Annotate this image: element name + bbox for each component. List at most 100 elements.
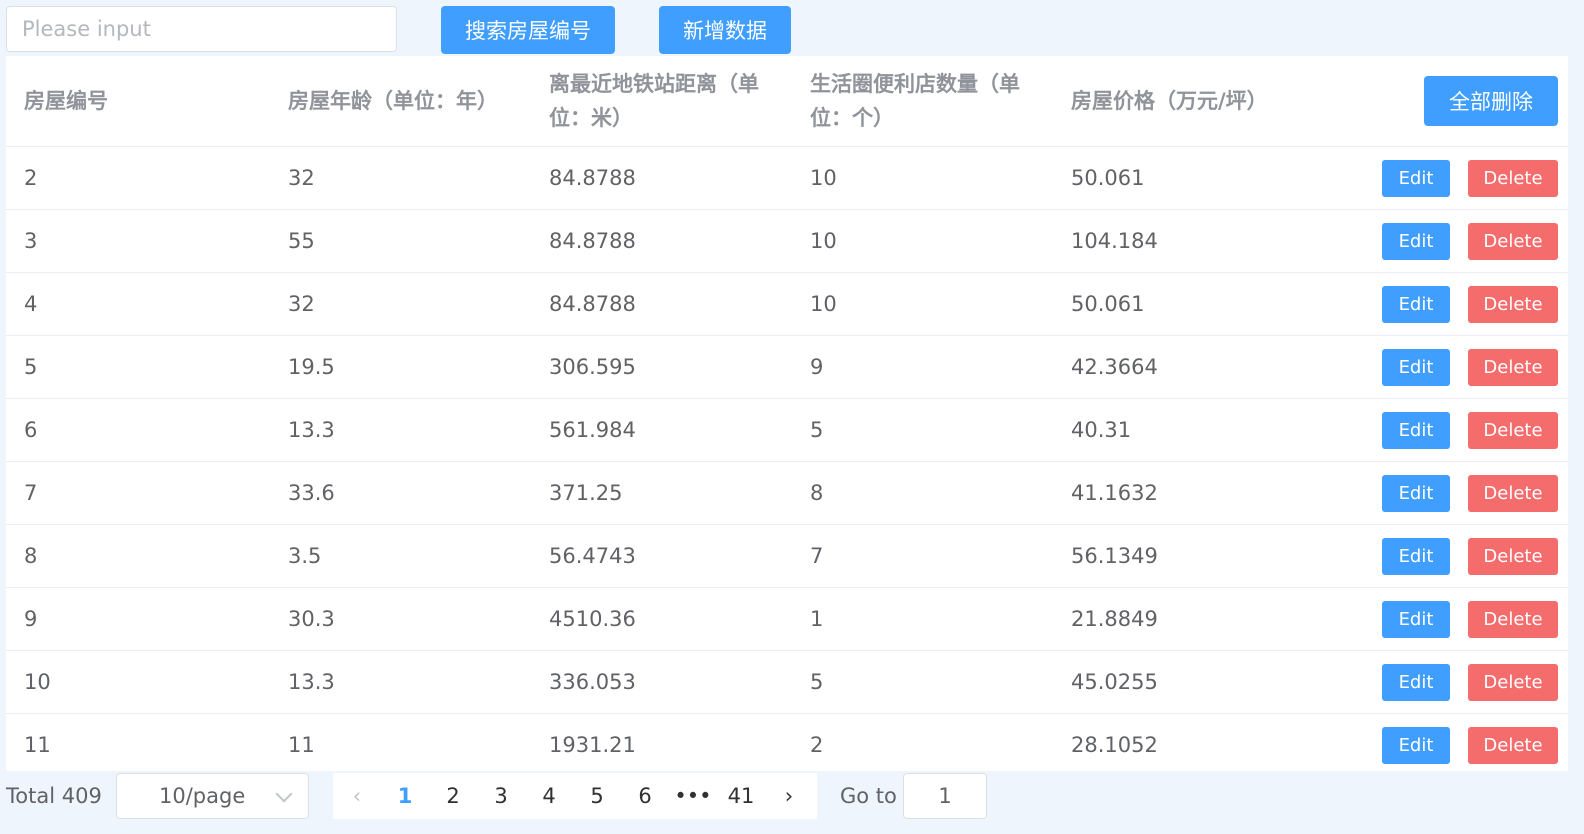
cell-store-count: 7 — [792, 524, 1053, 588]
cell-store-count: 9 — [792, 335, 1053, 399]
header-house-id: 房屋编号 — [6, 56, 270, 147]
page-number[interactable]: 41 — [717, 773, 765, 819]
delete-button[interactable]: Delete — [1468, 726, 1558, 764]
edit-button[interactable]: Edit — [1382, 159, 1450, 197]
chevron-down-icon — [275, 785, 293, 803]
row-operations: Edit Delete — [1314, 398, 1568, 462]
edit-button[interactable]: Edit — [1382, 537, 1450, 575]
cell-house-price: 42.3664 — [1053, 335, 1314, 399]
cell-house-id: 7 — [6, 461, 270, 525]
cell-house-age: 13.3 — [270, 650, 531, 714]
page-number[interactable]: 4 — [525, 773, 573, 819]
row-operations: Edit Delete — [1314, 272, 1568, 336]
cell-house-id: 5 — [6, 335, 270, 399]
add-data-button[interactable]: 新增数据 — [659, 6, 791, 54]
pagination: Total 409 10/page ‹ 1 2 3 4 5 6 ••• 41 ›… — [0, 771, 1584, 834]
cell-house-price: 40.31 — [1053, 398, 1314, 462]
cell-store-count: 10 — [792, 146, 1053, 210]
delete-button[interactable]: Delete — [1468, 411, 1558, 449]
delete-button[interactable]: Delete — [1468, 474, 1558, 512]
cell-metro-distance: 84.8788 — [531, 272, 792, 336]
search-input[interactable] — [6, 6, 397, 52]
page-number[interactable]: 2 — [429, 773, 477, 819]
row-operations: Edit Delete — [1314, 650, 1568, 714]
cell-house-price: 28.1052 — [1053, 713, 1314, 777]
table-header-row: 房屋编号 房屋年龄（单位：年） 离最近地铁站距离（单位：米） 生活圈便利店数量（… — [6, 56, 1568, 147]
table-row: 2 32 84.8788 10 50.061 Edit Delete — [6, 146, 1568, 210]
toolbar: 搜索房屋编号 新增数据 — [0, 0, 1584, 56]
table-row: 9 30.3 4510.36 1 21.8849 Edit Delete — [6, 587, 1568, 651]
cell-store-count: 2 — [792, 713, 1053, 777]
cell-store-count: 10 — [792, 209, 1053, 273]
cell-house-price: 50.061 — [1053, 272, 1314, 336]
table-row: 10 13.3 336.053 5 45.0255 Edit Delete — [6, 650, 1568, 714]
data-table: 房屋编号 房屋年龄（单位：年） 离最近地铁站距离（单位：米） 生活圈便利店数量（… — [6, 56, 1568, 777]
cell-house-id: 10 — [6, 650, 270, 714]
delete-all-button[interactable]: 全部删除 — [1424, 76, 1558, 126]
cell-house-id: 2 — [6, 146, 270, 210]
delete-button[interactable]: Delete — [1468, 285, 1558, 323]
cell-house-id: 9 — [6, 587, 270, 651]
more-pages-ellipsis[interactable]: ••• — [669, 773, 717, 819]
cell-house-age: 32 — [270, 272, 531, 336]
cell-metro-distance: 561.984 — [531, 398, 792, 462]
page-number[interactable]: 1 — [381, 773, 429, 819]
row-operations: Edit Delete — [1314, 587, 1568, 651]
cell-metro-distance: 4510.36 — [531, 587, 792, 651]
edit-button[interactable]: Edit — [1382, 600, 1450, 638]
edit-button[interactable]: Edit — [1382, 663, 1450, 701]
row-operations: Edit Delete — [1314, 713, 1568, 777]
edit-button[interactable]: Edit — [1382, 411, 1450, 449]
delete-button[interactable]: Delete — [1468, 222, 1558, 260]
table-row: 8 3.5 56.4743 7 56.1349 Edit Delete — [6, 524, 1568, 588]
cell-house-price: 21.8849 — [1053, 587, 1314, 651]
table-row: 11 11 1931.21 2 28.1052 Edit Delete — [6, 713, 1568, 777]
cell-house-price: 56.1349 — [1053, 524, 1314, 588]
cell-metro-distance: 336.053 — [531, 650, 792, 714]
goto-page-input[interactable] — [903, 773, 987, 819]
table-row: 6 13.3 561.984 5 40.31 Edit Delete — [6, 398, 1568, 462]
edit-button[interactable]: Edit — [1382, 285, 1450, 323]
table-row: 4 32 84.8788 10 50.061 Edit Delete — [6, 272, 1568, 336]
page-number[interactable]: 3 — [477, 773, 525, 819]
cell-house-price: 41.1632 — [1053, 461, 1314, 525]
row-operations: Edit Delete — [1314, 461, 1568, 525]
header-house-age: 房屋年龄（单位：年） — [270, 56, 531, 147]
page-number[interactable]: 6 — [621, 773, 669, 819]
table-row: 5 19.5 306.595 9 42.3664 Edit Delete — [6, 335, 1568, 399]
edit-button[interactable]: Edit — [1382, 474, 1450, 512]
delete-button[interactable]: Delete — [1468, 663, 1558, 701]
cell-store-count: 1 — [792, 587, 1053, 651]
next-page-button[interactable]: › — [765, 773, 813, 819]
delete-button[interactable]: Delete — [1468, 159, 1558, 197]
row-operations: Edit Delete — [1314, 524, 1568, 588]
table-body: 2 32 84.8788 10 50.061 Edit Delete 3 55 84.8788 10… — [6, 146, 1568, 777]
delete-button[interactable]: Delete — [1468, 537, 1558, 575]
edit-button[interactable]: Edit — [1382, 726, 1450, 764]
cell-house-id: 3 — [6, 209, 270, 273]
cell-house-age: 33.6 — [270, 461, 531, 525]
cell-metro-distance: 1931.21 — [531, 713, 792, 777]
cell-house-age: 3.5 — [270, 524, 531, 588]
cell-metro-distance: 56.4743 — [531, 524, 792, 588]
page-number[interactable]: 5 — [573, 773, 621, 819]
page-size-value: 10/page — [159, 784, 246, 808]
search-house-id-button[interactable]: 搜索房屋编号 — [441, 6, 615, 54]
cell-house-price: 104.184 — [1053, 209, 1314, 273]
cell-house-age: 30.3 — [270, 587, 531, 651]
delete-button[interactable]: Delete — [1468, 600, 1558, 638]
cell-house-id: 4 — [6, 272, 270, 336]
delete-button[interactable]: Delete — [1468, 348, 1558, 386]
cell-house-price: 50.061 — [1053, 146, 1314, 210]
edit-button[interactable]: Edit — [1382, 222, 1450, 260]
pagination-total: Total 409 — [6, 784, 102, 808]
prev-page-button[interactable]: ‹ — [333, 773, 381, 819]
page-list: ‹ 1 2 3 4 5 6 ••• 41 › — [333, 773, 817, 819]
page-size-select[interactable]: 10/page — [116, 773, 309, 819]
cell-house-age: 32 — [270, 146, 531, 210]
cell-house-price: 45.0255 — [1053, 650, 1314, 714]
cell-store-count: 10 — [792, 272, 1053, 336]
edit-button[interactable]: Edit — [1382, 348, 1450, 386]
header-store-count: 生活圈便利店数量（单位：个） — [792, 56, 1053, 147]
cell-house-id: 8 — [6, 524, 270, 588]
